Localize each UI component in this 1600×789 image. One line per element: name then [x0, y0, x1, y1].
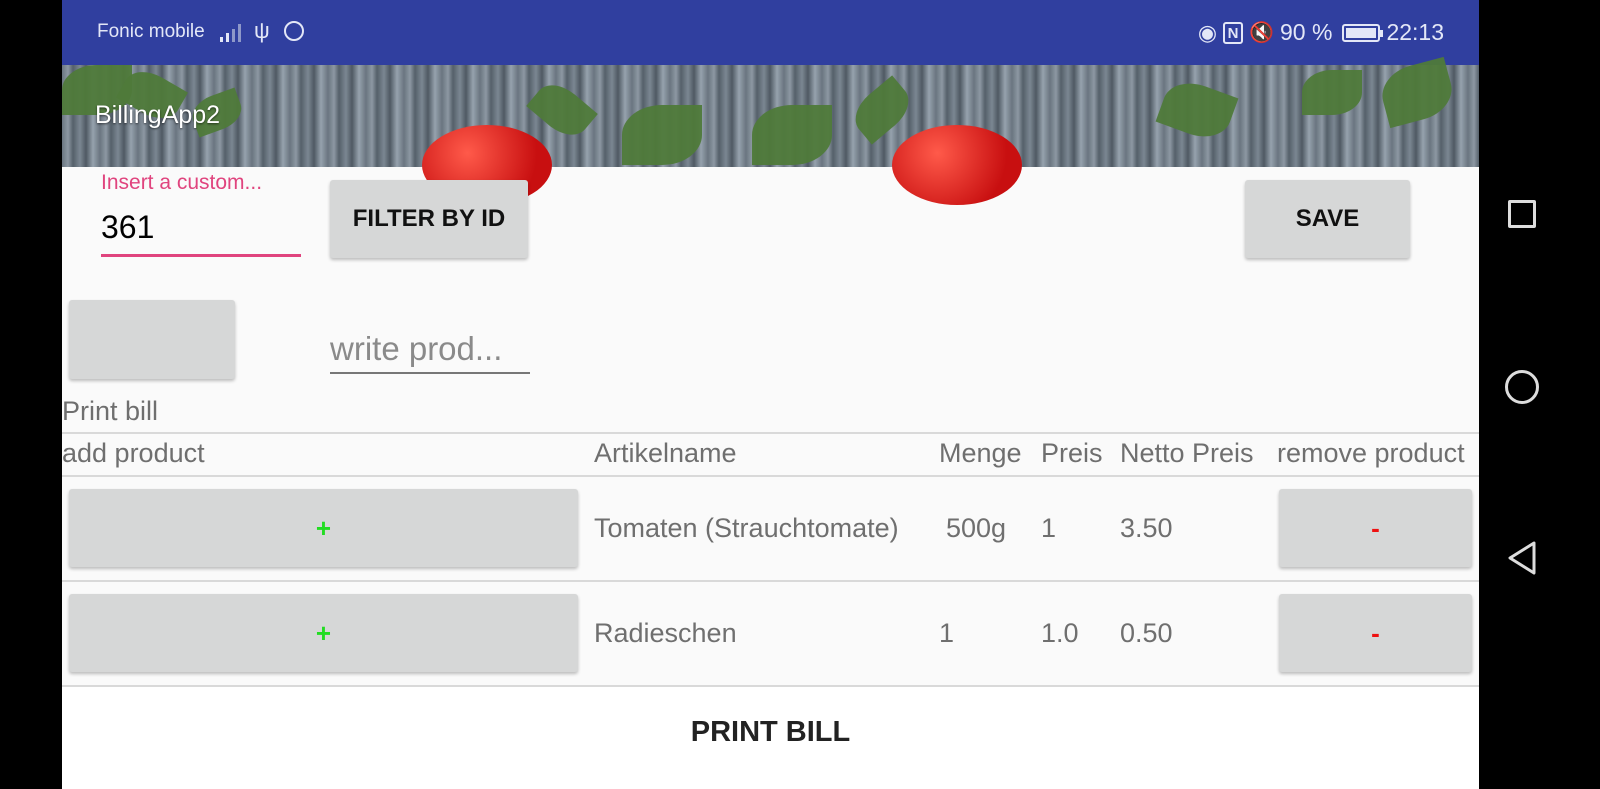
app-screen: Fonic mobile ψ ◉ N 🔇 90 % 22:13 BillingA…: [62, 0, 1479, 789]
header-menge: Menge: [939, 438, 1022, 468]
row-menge: 1: [939, 618, 955, 648]
nfc-icon: N: [1223, 21, 1244, 44]
signal-icon: [220, 24, 241, 42]
leaf-decoration: [1376, 56, 1458, 129]
row-preis: 1.0: [1041, 618, 1079, 648]
leaf-decoration: [526, 75, 598, 145]
tomato-decoration: [892, 125, 1022, 205]
row-preis: 1: [1041, 513, 1057, 543]
clock: 22:13: [1386, 19, 1444, 45]
remove-product-button[interactable]: -: [1279, 594, 1472, 672]
usb-icon: ψ: [254, 18, 270, 43]
header-artikelname: Artikelname: [594, 438, 737, 468]
divider: [62, 432, 1479, 434]
carrier-name: Fonic mobile: [97, 21, 205, 42]
divider: [62, 475, 1479, 477]
save-button[interactable]: SAVE: [1245, 180, 1410, 258]
leaf-decoration: [622, 105, 702, 165]
print-bill-bar: PRINT BILL: [62, 687, 1479, 789]
row-netto-preis: 0.50: [1120, 618, 1173, 648]
filter-by-id-button[interactable]: FILTER BY ID: [330, 180, 528, 258]
status-bar: Fonic mobile ψ ◉ N 🔇 90 % 22:13: [62, 0, 1479, 65]
whatsapp-icon: [284, 21, 304, 41]
row-netto-preis: 3.50: [1120, 513, 1173, 543]
print-bill-button[interactable]: PRINT BILL: [62, 687, 1479, 777]
leaf-decoration: [1155, 74, 1239, 146]
mute-icon: 🔇: [1249, 22, 1274, 44]
leaf-decoration: [1302, 70, 1362, 115]
row-menge: 500g: [946, 513, 1007, 543]
add-product-button[interactable]: +: [69, 489, 578, 567]
minus-icon: -: [1371, 617, 1380, 648]
customer-id-label: Insert a custom...: [101, 171, 263, 194]
print-bill-label: Print bill: [62, 396, 159, 426]
leaf-decoration: [846, 75, 918, 145]
customer-id-input[interactable]: [101, 200, 301, 257]
app-title: BillingApp2: [95, 101, 221, 129]
divider: [62, 580, 1479, 582]
add-product-button[interactable]: +: [69, 594, 578, 672]
header-netto-preis: Netto Preis: [1120, 438, 1254, 468]
navigation-bar: [1479, 0, 1600, 789]
minus-icon: -: [1371, 512, 1380, 543]
row-artikelname: Tomaten (Strauchtomate): [594, 513, 899, 543]
row-artikelname: Radieschen: [594, 618, 737, 648]
product-input[interactable]: [330, 326, 530, 374]
battery-percent: 90 %: [1280, 19, 1333, 45]
header-preis: Preis: [1041, 438, 1103, 468]
plus-icon: +: [315, 617, 332, 648]
remove-product-button[interactable]: -: [1279, 489, 1472, 567]
eye-icon: ◉: [1197, 19, 1218, 45]
recents-icon[interactable]: [1508, 200, 1536, 228]
home-icon[interactable]: [1505, 370, 1539, 404]
header-remove-product: remove product: [1277, 438, 1465, 468]
leaf-decoration: [752, 105, 832, 165]
battery-icon: [1342, 23, 1384, 42]
plus-icon: +: [315, 512, 332, 543]
back-icon[interactable]: [1506, 540, 1538, 576]
blank-button[interactable]: [69, 300, 235, 379]
app-bar: BillingApp2: [62, 56, 1479, 205]
header-add-product: add product: [62, 438, 205, 468]
